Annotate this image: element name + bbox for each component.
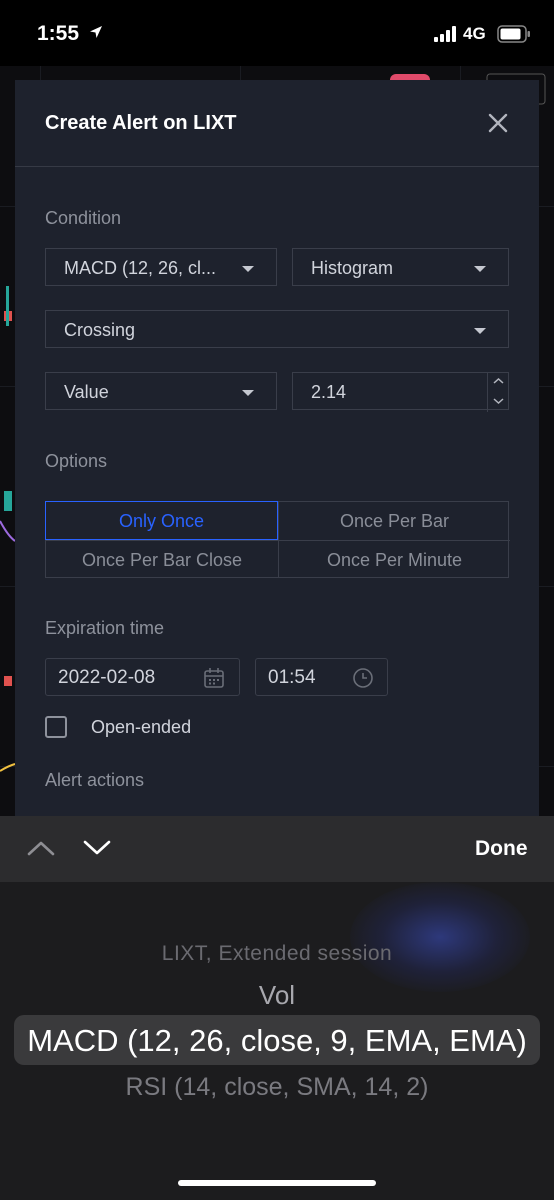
open-ended-checkbox[interactable] [45, 716, 67, 738]
done-button[interactable]: Done [475, 837, 528, 861]
chevron-up-icon [493, 377, 504, 384]
value-type-value: Value [64, 382, 109, 402]
chevron-down-icon [242, 266, 254, 272]
picker-glow [350, 882, 530, 992]
expiration-time-field[interactable]: 01:54 [255, 658, 388, 696]
indicator-select[interactable]: MACD (12, 26, cl... [45, 248, 277, 286]
value-stepper [487, 372, 509, 412]
signal-strength-icon [434, 26, 456, 42]
option-once-per-bar-close[interactable]: Once Per Bar Close [46, 540, 278, 578]
home-indicator [178, 1180, 376, 1186]
option-once-per-bar[interactable]: Once Per Bar [278, 502, 510, 540]
value-type-select[interactable]: Value [45, 372, 277, 410]
expiration-label: Expiration time [45, 618, 165, 638]
location-arrow-icon [90, 26, 102, 38]
decrement-button[interactable] [488, 392, 509, 411]
calendar-icon [204, 668, 224, 688]
operator-value: Crossing [64, 320, 136, 340]
status-time: 1:55 [37, 22, 80, 45]
indicator-line-value: Histogram [311, 258, 394, 278]
close-icon[interactable] [485, 110, 511, 136]
picker-option[interactable]: Vol [0, 980, 554, 1011]
picker-option[interactable]: RSI (14, close, SMA, 14, 2) [0, 1073, 554, 1102]
indicator-select-value: MACD (12, 26, cl... [64, 258, 217, 278]
network-type: 4G [463, 24, 486, 43]
picker-option[interactable]: LIXT, Extended session [0, 942, 554, 966]
open-ended-label: Open-ended [91, 717, 192, 737]
chevron-down-icon [474, 266, 486, 272]
value-input-text: 2.14 [311, 382, 347, 402]
dialog-title: Create Alert on LIXT [45, 112, 237, 134]
expiration-date-value: 2022-02-08 [58, 667, 156, 688]
create-alert-dialog: Create Alert on LIXT Condition MACD (12,… [15, 80, 539, 820]
condition-label: Condition [45, 208, 122, 228]
option-only-once[interactable]: Only Once [45, 501, 278, 540]
status-bar: 1:55 4G [0, 0, 554, 66]
next-field-icon[interactable] [82, 838, 112, 858]
clock-icon [353, 668, 373, 688]
chevron-down-icon [493, 398, 504, 405]
expiration-date-field[interactable]: 2022-02-08 [45, 658, 240, 696]
battery-icon [497, 25, 530, 43]
increment-button[interactable] [488, 372, 509, 391]
previous-field-icon[interactable] [26, 838, 56, 858]
trigger-options: Only Once Once Per Bar Once Per Bar Clos… [45, 501, 510, 578]
indicator-line-select[interactable]: Histogram [292, 248, 509, 286]
expiration-time-value: 01:54 [268, 667, 316, 688]
dialog-header: Create Alert on LIXT [15, 80, 539, 167]
picker-option-selected[interactable]: MACD (12, 26, close, 9, EMA, EMA) [0, 1023, 554, 1059]
options-label: Options [45, 451, 108, 471]
operator-select[interactable]: Crossing [45, 310, 509, 348]
chevron-down-icon [242, 390, 254, 396]
value-input[interactable]: 2.14 [292, 372, 509, 410]
alert-actions-label: Alert actions [45, 770, 145, 790]
option-once-per-minute[interactable]: Once Per Minute [278, 540, 510, 578]
chevron-down-icon [474, 328, 486, 334]
